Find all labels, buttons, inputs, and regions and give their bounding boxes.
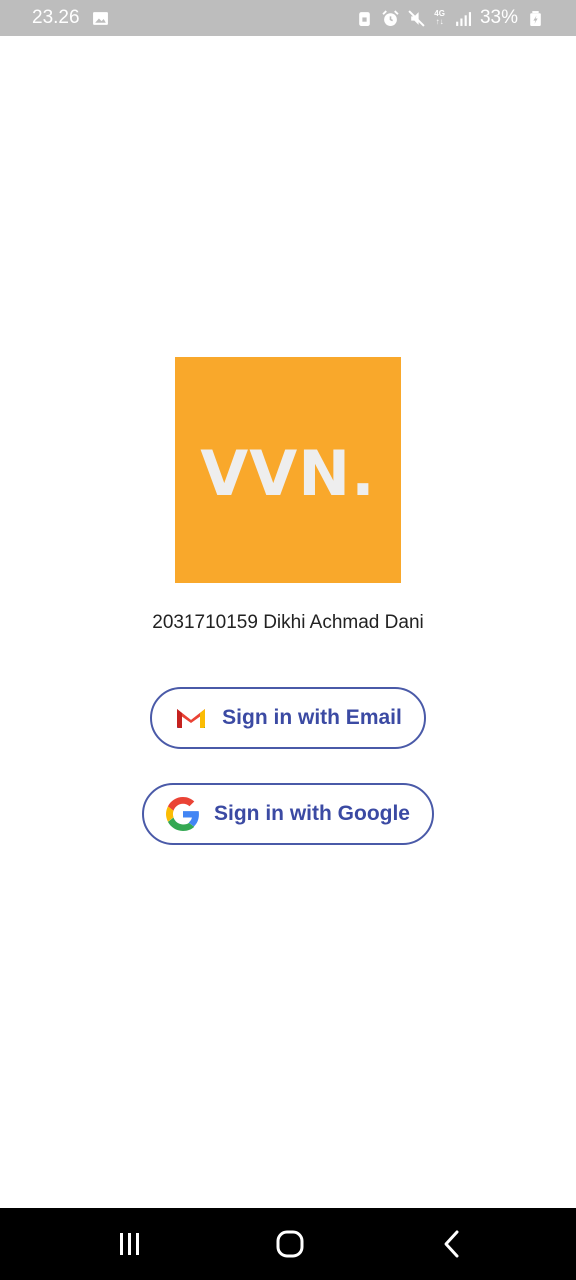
app-logo: VVN. [175,357,401,583]
logo-text: VVN. [200,436,376,510]
status-time: 23.26 [32,7,80,28]
mute-icon [408,9,425,27]
signal-icon [456,11,471,26]
recents-button[interactable] [110,1226,150,1262]
sign-in-google-button[interactable]: Sign in with Google [142,783,434,845]
status-right: 4G ↑↓ 33% [356,7,544,29]
sign-in-email-label: Sign in with Email [222,706,402,729]
status-bar: 23.26 4G ↑↓ 33% [0,0,576,36]
network-4g-icon: 4G ↑↓ [434,9,445,26]
navigation-bar [0,1208,576,1280]
battery-icon [530,10,541,26]
alarm-icon [382,9,399,26]
back-button[interactable] [432,1226,472,1262]
network-label: 4G [434,9,445,18]
battery-percent: 33% [479,7,518,28]
sign-in-email-button[interactable]: Sign in with Email [150,687,426,749]
student-info: 2031710159 Dikhi Achmad Dani [152,612,424,633]
home-button[interactable] [270,1226,310,1262]
sign-in-google-label: Sign in with Google [214,802,410,825]
back-icon [444,1230,459,1258]
gmail-icon [177,709,206,728]
lock-icon [359,11,371,26]
recents-icon [120,1233,139,1255]
home-icon [276,1230,304,1258]
google-icon [166,797,199,831]
status-left: 23.26 [32,7,109,29]
gallery-icon [92,11,108,25]
